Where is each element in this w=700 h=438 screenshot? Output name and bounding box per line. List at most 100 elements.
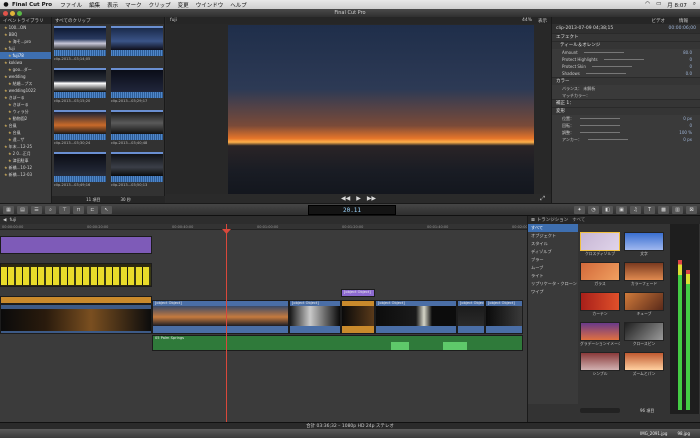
library-event-item[interactable]: ★遠...ザ [0,136,51,143]
wifi-icon[interactable]: ◠ [645,1,650,9]
transition-category[interactable]: ディゾルブ [528,248,578,256]
transition-thumbnail[interactable]: クロースピン [624,322,664,348]
library-event-item[interactable]: ★2 0...正月 [0,150,51,157]
next-frame-button[interactable]: ▶▶ [367,195,376,202]
browser-duration-setting[interactable]: 30 秒 [121,197,131,203]
browser-clip-thumbnail[interactable] [111,26,163,64]
library-event-item[interactable]: ★fuji78 [0,52,51,59]
inspector-param-row[interactable]: Amount 80.0 [552,49,700,56]
transition-category[interactable]: リプリケータ・クローン [528,280,578,288]
library-event-item[interactable]: ★goo...ダー [0,66,51,73]
desktop-file-2[interactable]: 98.jpg [677,431,690,436]
param-value[interactable]: 0 [689,56,700,63]
inspector-param-row[interactable]: 位置： 0 px [552,115,700,122]
list-view-button[interactable]: ☰ [31,205,42,214]
minimize-window-button[interactable] [10,10,15,16]
param-slider[interactable] [580,132,620,133]
retime-button[interactable]: ◔ [588,205,599,214]
library-event-item[interactable]: ★fuji [0,45,51,52]
transition-thumbnail[interactable]: クロスディゾルブ [580,232,620,258]
library-event-item[interactable]: ★年末...12-25 [0,143,51,150]
transition-thumbnail[interactable]: グラデーションイメージ [580,322,620,348]
battery-icon[interactable]: ▭ [656,1,661,9]
browser-clip-thumbnail[interactable]: clip-2013...03;50;13 [111,152,163,190]
menu-modify[interactable]: 変更 [178,1,189,9]
inspector-tab-video[interactable]: ビデオ [652,18,666,24]
library-event-item[interactable]: ★きぼーる [0,94,51,101]
transition-category[interactable]: ブラー [528,256,578,264]
music-clip[interactable]: 05 Palm Springs [152,335,523,351]
primary-clip-2[interactable]: [object Object] [289,300,341,334]
param-value[interactable]: 0 [689,122,700,129]
timeline-ruler[interactable]: 00:00:00:00 00:00:20:00 00:00:40:00 00:01:0… [0,224,533,230]
primary-clip-5[interactable]: [object Object] [485,300,523,334]
append-clip-button[interactable]: ⊏ [87,205,98,214]
crossfade-marker-clip[interactable]: [object Object] [341,289,375,297]
library-event-item[interactable]: ★台風 [0,122,51,129]
zoom-window-button[interactable] [17,10,22,16]
primary-clip-0[interactable]: [object Object] [0,304,152,334]
menubar-clock[interactable]: 月 8:07 [667,1,687,9]
effects-browser-button[interactable]: ◧ [602,205,613,214]
orange-title-clip[interactable] [0,296,152,304]
library-event-item[interactable]: ★BBQ [0,31,51,38]
transition-thumbnail[interactable]: シンプル [580,352,620,378]
transition-category[interactable]: スタイル [528,240,578,248]
transform-section-header[interactable]: 変形 [552,107,700,115]
param-slider[interactable] [583,52,624,53]
inspector-param-row[interactable]: アンカー： 0 px [552,136,700,143]
transition-category[interactable]: オブジェクト [528,232,578,240]
browser-clip-thumbnail[interactable]: clip-2013...03;40;48 [111,110,163,148]
transitions-search-input[interactable] [580,408,620,413]
insert-clip-button[interactable]: ⊓ [73,205,84,214]
param-value[interactable]: 0 [689,63,700,70]
library-event-item[interactable]: ★ウィラ分 [0,108,51,115]
param-value[interactable]: 0.0 [686,70,700,77]
inspector-param-row[interactable]: 調整： 100 % [552,129,700,136]
themes-browser-button[interactable]: ▥ [672,205,683,214]
play-button[interactable]: ▶ [356,195,361,202]
select-tool-button[interactable]: ↖ [101,205,112,214]
menu-file[interactable]: ファイル [60,1,82,9]
browser-clip-thumbnail[interactable]: clip-2013...03;30;24 [54,110,106,148]
dashboard-timecode[interactable]: 20.11 [308,205,396,215]
app-menu[interactable]: Final Cut Pro [12,2,52,8]
menu-view[interactable]: 表示 [107,1,118,9]
inspector-param-row[interactable]: Protect Skin 0 [552,63,700,70]
titles-browser-button[interactable]: T [644,205,655,214]
param-slider[interactable] [587,139,628,140]
menu-edit[interactable]: 編集 [89,1,100,9]
primary-clip-1[interactable]: [object Object] [152,300,289,334]
param-value[interactable]: 0 px [683,115,700,122]
param-slider[interactable] [603,59,644,60]
transition-thumbnail[interactable]: ガラス [580,262,620,288]
library-event-item[interactable]: ★海そ...pro [0,38,51,45]
library-event-item[interactable]: ★kokiwa [0,59,51,66]
library-event-item[interactable]: ★新橋...12-03 [0,171,51,178]
desktop-file-1[interactable]: IMG_2091.jpg [640,431,667,436]
inspector-param-row[interactable]: 回転： 0 [552,122,700,129]
filmstrip-view-button[interactable]: ▤ [17,205,28,214]
fullscreen-icon[interactable]: ⤢ [540,195,545,203]
menu-window[interactable]: ウインドウ [196,1,224,9]
transition-category[interactable]: ライト [528,272,578,280]
viewer-view-menu[interactable]: 表示 [538,18,547,24]
param-value[interactable]: 80.0 [683,49,700,56]
photo-browser-button[interactable]: ▣ [616,205,627,214]
enhancements-button[interactable]: ✦ [574,205,585,214]
inspector-param-row[interactable]: Protect Highlights 0 [552,56,700,63]
menu-help[interactable]: ヘルプ [230,1,247,9]
inspector-param-row[interactable]: Shadows 0.0 [552,70,700,77]
library-event-item[interactable]: ★結婚...プス [0,80,51,87]
param-value[interactable]: 100 % [679,129,700,136]
browser-clip-thumbnail[interactable]: clip-2013...03;29;17 [111,68,163,106]
close-window-button[interactable] [3,10,8,16]
previous-frame-button[interactable]: ◀◀ [341,195,350,202]
music-browser-button[interactable]: ♫ [630,205,641,214]
menu-mark[interactable]: マーク [125,1,142,9]
library-event-item[interactable]: ★台風 [0,129,51,136]
param-slider[interactable] [585,73,626,74]
library-event-item[interactable]: ★津田駐車 [0,157,51,164]
transition-thumbnail[interactable]: ズームとパン [624,352,664,378]
param-value[interactable]: 0 px [683,136,700,143]
